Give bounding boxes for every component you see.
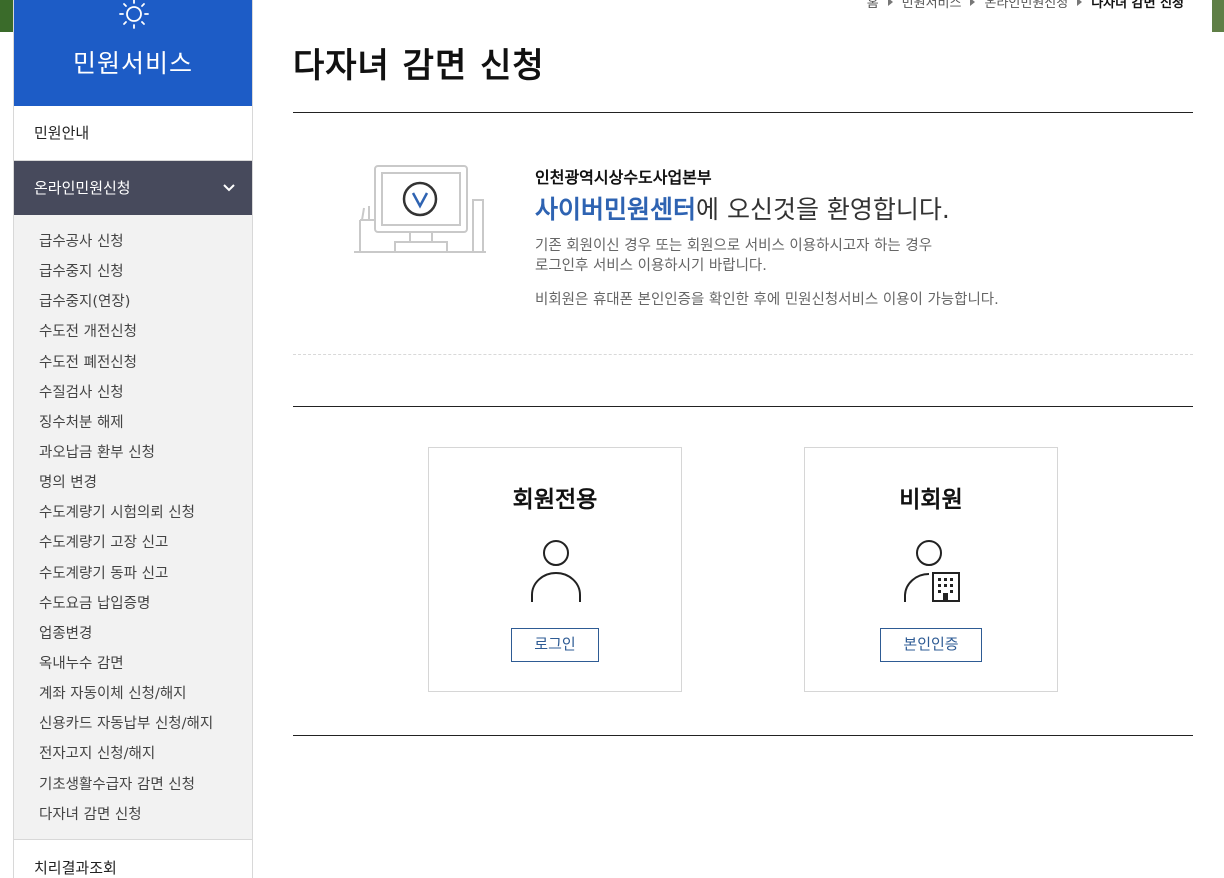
login-button[interactable]: 로그인 [511, 628, 599, 662]
computer-illustration-icon [354, 165, 486, 253]
submenu-item[interactable]: 수도요금 납입증명 [14, 589, 252, 619]
identity-verification-button[interactable]: 본인인증 [880, 628, 982, 662]
guest-card-title: 비회원 [899, 487, 963, 513]
breadcrumb-arrow-icon [887, 0, 893, 6]
sidebar-header: 민원서비스 [14, 0, 252, 106]
submenu-item[interactable]: 명의 변경 [14, 468, 252, 498]
submenu-item[interactable]: 수도전 개전신청 [14, 317, 252, 347]
submenu-item[interactable]: 수도전 폐전신청 [14, 348, 252, 378]
organization-name: 인천광역시상수도사업본부 [535, 168, 712, 187]
sidebar-item-label: 온라인민원신청 [34, 179, 131, 197]
breadcrumb-home[interactable]: 홈 [867, 0, 879, 11]
member-card: 회원전용 로그인 [428, 447, 682, 692]
submenu-item[interactable]: 급수중지(연장) [14, 287, 252, 317]
dashed-divider [293, 354, 1193, 355]
background-strip-left [0, 0, 13, 32]
description-line: 기존 회원이신 경우 또는 회원으로 서비스 이용하시고자 하는 경우 [535, 238, 933, 254]
guest-description: 비회원은 휴대폰 본인인증을 확인한 후에 민원신청서비스 이용이 가능합니다. [535, 292, 999, 308]
breadcrumb-arrow-icon [1077, 0, 1083, 6]
welcome-heading: 사이버민원센터에 오신것을 환영합니다. [535, 190, 950, 226]
breadcrumb-level1[interactable]: 민원서비스 [902, 0, 962, 11]
submenu-item[interactable]: 옥내누수 감면 [14, 649, 252, 679]
submenu-item[interactable]: 기초생활수급자 감면 신청 [14, 770, 252, 800]
submenu-item[interactable]: 업종변경 [14, 619, 252, 649]
submenu-item[interactable]: 급수공사 신청 [14, 227, 252, 257]
submenu-item[interactable]: 수도계량기 고장 신고 [14, 528, 252, 558]
section-divider-bottom [293, 735, 1193, 736]
submenu-item-current[interactable]: 다자녀 감면 신청 [14, 800, 252, 830]
submenu-item[interactable]: 수도계량기 시험의뢰 신청 [14, 498, 252, 528]
person-building-icon [904, 540, 960, 602]
sidebar-item-online-application[interactable]: 온라인민원신청 [14, 161, 252, 215]
page-title: 다자녀 감면 신청 [293, 46, 545, 86]
background-strip-right [1212, 0, 1224, 32]
breadcrumb-current: 다자녀 감면 신청 [1091, 0, 1184, 11]
title-divider [293, 112, 1193, 113]
breadcrumb-arrow-icon [970, 0, 976, 6]
breadcrumb-level2[interactable]: 온라인민원신청 [984, 0, 1068, 11]
submenu-item[interactable]: 계좌 자동이체 신청/해지 [14, 679, 252, 709]
submenu-item[interactable]: 과오납금 환부 신청 [14, 438, 252, 468]
welcome-description: 기존 회원이신 경우 또는 회원으로 서비스 이용하시고자 하는 경우 로그인후… [535, 236, 932, 276]
guest-card: 비회원 본인인증 [804, 447, 1058, 692]
sidebar-title: 민원서비스 [72, 49, 193, 78]
submenu-item[interactable]: 전자고지 신청/해지 [14, 739, 252, 769]
sidebar-item-civil-guide[interactable]: 민원안내 [14, 106, 252, 161]
section-divider-top [293, 406, 1193, 407]
submenu-item[interactable]: 신용카드 자동납부 신청/해지 [14, 709, 252, 739]
description-line: 로그인후 서비스 이용하시기 바랍니다. [535, 258, 767, 274]
person-icon [531, 540, 581, 602]
sun-icon [119, 0, 149, 29]
sidebar-submenu: 급수공사 신청 급수중지 신청 급수중지(연장) 수도전 개전신청 수도전 폐전… [14, 215, 252, 840]
sidebar-item-result-inquiry[interactable]: 치리결과조회 [14, 840, 252, 878]
sidebar: 민원서비스 민원안내 온라인민원신청 급수공사 신청 급수중지 신청 급수중지(… [13, 0, 253, 878]
member-card-title: 회원전용 [512, 487, 598, 513]
submenu-item[interactable]: 급수중지 신청 [14, 257, 252, 287]
welcome-highlight: 사이버민원센터 [535, 195, 697, 224]
chevron-down-icon[interactable] [222, 181, 236, 195]
submenu-item[interactable]: 수도계량기 동파 신고 [14, 559, 252, 589]
breadcrumb: 홈 민원서비스 온라인민원신청 다자녀 감면 신청 [867, 0, 1184, 11]
welcome-text: 에 오신것을 환영합니다. [696, 195, 950, 224]
submenu-item[interactable]: 징수처분 해제 [14, 408, 252, 438]
submenu-item[interactable]: 수질검사 신청 [14, 378, 252, 408]
